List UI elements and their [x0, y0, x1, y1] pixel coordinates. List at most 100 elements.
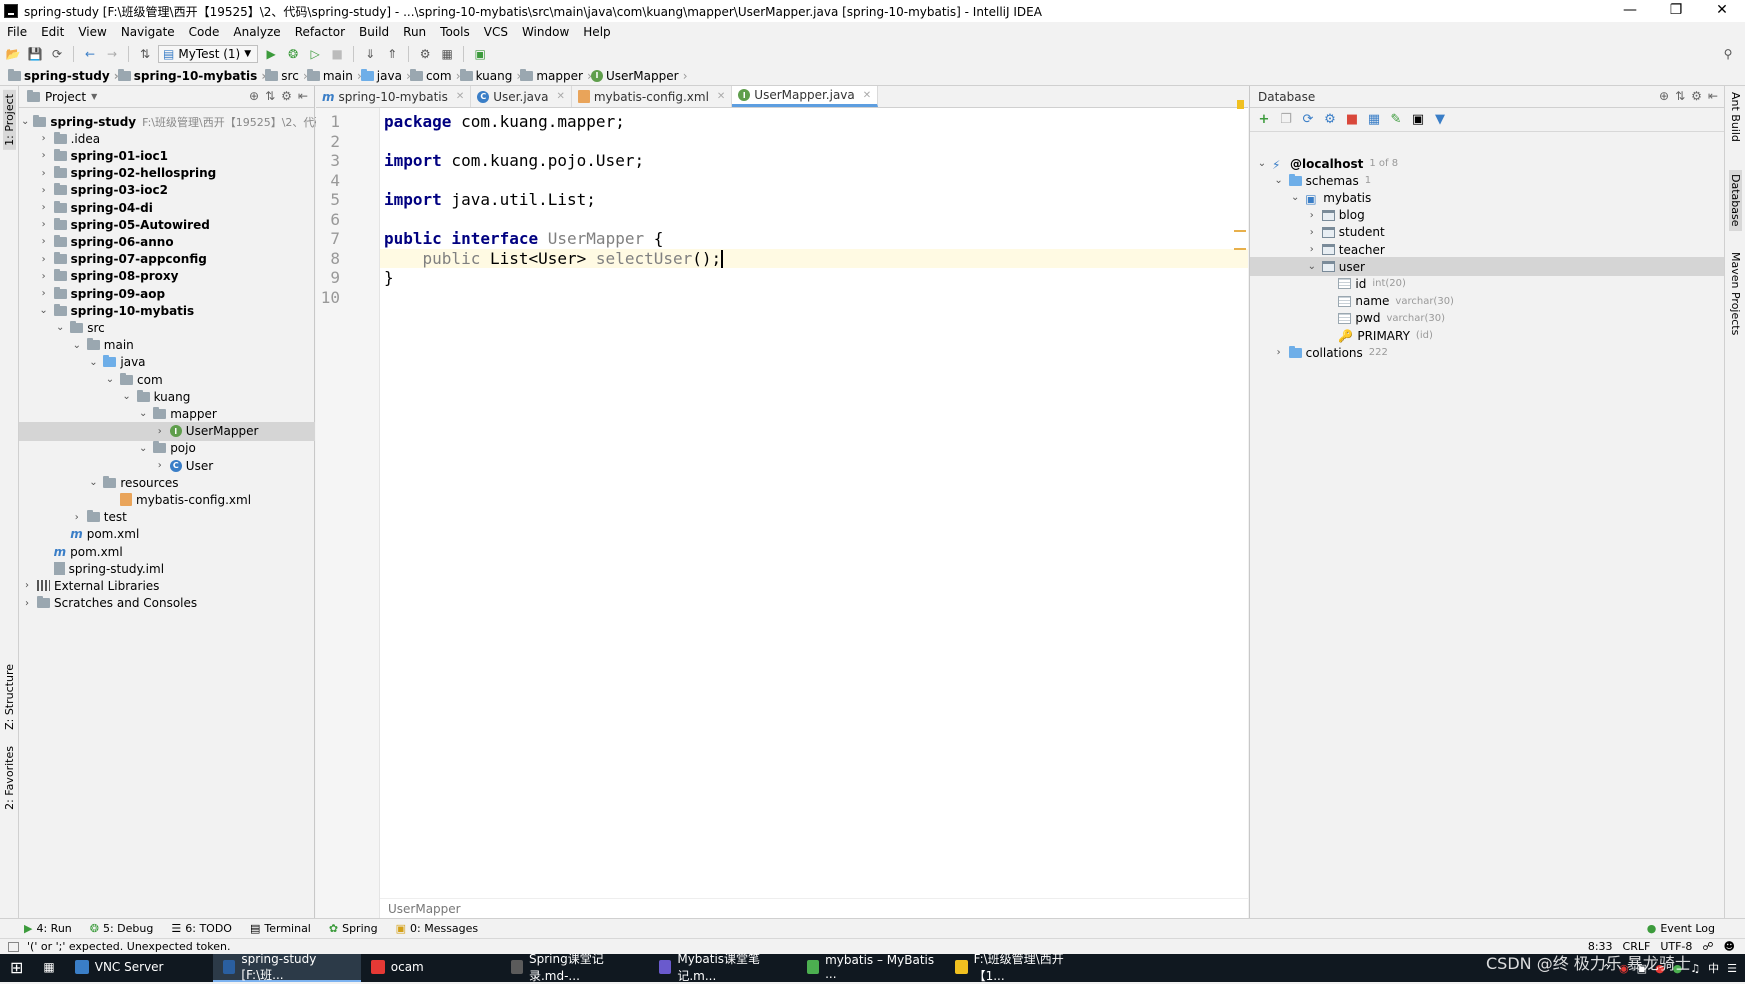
close-tab-icon[interactable]: ✕ [556, 91, 564, 102]
database-tree-item[interactable]: name varchar(30) [1250, 292, 1725, 311]
ime-icon[interactable]: 中 [1708, 960, 1719, 976]
project-tool-tab[interactable]: 1: Project [3, 90, 16, 150]
filter-icon[interactable]: ▼ [1432, 112, 1448, 128]
hide-icon[interactable]: ⇤ [298, 89, 308, 103]
code-line[interactable]: public interface UserMapper { [380, 229, 1248, 249]
todo-tool-tab[interactable]: ☰ 6: TODO [171, 922, 232, 935]
back-icon[interactable]: ← [81, 45, 99, 63]
forward-icon[interactable]: → [103, 45, 121, 63]
project-tree-item[interactable]: › External Libraries [19, 576, 315, 595]
task-view-icon[interactable]: ▦ [33, 954, 64, 982]
project-tree-item[interactable]: › spring-07-appconfig [19, 250, 315, 269]
inspector-icon[interactable]: ☻ [1724, 939, 1735, 955]
project-panel-title[interactable]: Project [45, 90, 86, 104]
schema-sync-icon[interactable]: ⚙ [1322, 112, 1338, 128]
project-tree-item[interactable]: ⌄ pojo [19, 439, 315, 458]
chevron-down-icon[interactable]: ▼ [91, 92, 97, 101]
code-line[interactable] [380, 171, 1248, 191]
hide-icon[interactable]: ⇤ [1708, 89, 1718, 103]
project-tree-item[interactable]: › spring-03-ioc2 [19, 181, 315, 200]
sdk-icon[interactable]: ▣ [471, 45, 489, 63]
stop-icon[interactable]: ■ [328, 45, 346, 63]
code-line[interactable]: import java.util.List; [380, 190, 1248, 210]
database-tree-item[interactable]: ⌄ ▣ mybatis [1250, 188, 1725, 207]
project-tree-item[interactable]: ⌄ src [19, 318, 315, 337]
collapsed-arrow-icon[interactable]: › [38, 288, 50, 299]
project-tree-item[interactable]: ⌄ spring-10-mybatis [19, 301, 315, 320]
collapsed-arrow-icon[interactable]: › [21, 598, 33, 609]
database-tree-item[interactable]: ⌄ user [1250, 257, 1725, 277]
collapsed-arrow-icon[interactable]: › [71, 512, 83, 523]
settings-wrench-icon[interactable]: ⚙ [416, 45, 434, 63]
database-tree-item[interactable]: › collations 222 [1250, 343, 1725, 362]
debug-icon[interactable]: ❂ [284, 45, 302, 63]
globe-icon[interactable]: ⊕ [1659, 89, 1669, 103]
collapsed-arrow-icon[interactable]: › [38, 202, 50, 213]
expanded-arrow-icon[interactable]: ⌄ [87, 357, 99, 368]
maven-projects-tool-tab[interactable]: Maven Projects [1729, 252, 1742, 335]
error-marker[interactable] [1234, 230, 1246, 232]
console-icon[interactable]: ✎ [1388, 112, 1404, 128]
menu-edit[interactable]: Edit [34, 25, 71, 39]
run-icon[interactable]: ▶ [262, 45, 280, 63]
close-tab-icon[interactable]: ✕ [456, 91, 464, 102]
expanded-arrow-icon[interactable]: ⌄ [121, 391, 133, 402]
menu-build[interactable]: Build [352, 25, 396, 39]
menu-file[interactable]: File [0, 25, 34, 39]
notification-icon[interactable]: ☰ [1727, 962, 1737, 975]
debug-tool-tab[interactable]: ❂ 5: Debug [90, 922, 154, 935]
project-tree-item[interactable]: m pom.xml [19, 525, 315, 544]
breadcrumb-item[interactable]: spring-10-mybatis [116, 68, 266, 83]
status-toggle-icon[interactable] [8, 941, 19, 952]
taskbar-item[interactable]: ocam [361, 954, 501, 982]
expanded-arrow-icon[interactable]: ⌄ [104, 374, 116, 385]
editor-tab[interactable]: mybatis-config.xml ✕ [572, 86, 733, 107]
expanded-arrow-icon[interactable]: ⌄ [87, 477, 99, 488]
vcs-update-icon[interactable]: ⇓ [361, 45, 379, 63]
breadcrumb-item[interactable]: src [263, 68, 307, 83]
collapsed-arrow-icon[interactable]: › [21, 580, 33, 591]
collapsed-arrow-icon[interactable]: › [1273, 347, 1285, 358]
database-tree-item[interactable]: 🔑 PRIMARY (id) [1250, 326, 1725, 345]
project-tree-item[interactable]: ⌄ java [19, 353, 315, 372]
collapsed-arrow-icon[interactable]: › [38, 185, 50, 196]
collapse-icon[interactable]: ⇅ [1675, 89, 1685, 103]
taskbar-item[interactable]: VNC Server [65, 954, 213, 982]
favorites-tool-tab[interactable]: 2: Favorites [3, 746, 16, 810]
breadcrumb-item[interactable]: main [305, 68, 362, 83]
code-line[interactable] [380, 132, 1248, 152]
terminal-tool-tab[interactable]: ▤ Terminal [250, 922, 311, 935]
project-tree-item[interactable]: › C User [19, 456, 315, 475]
expanded-arrow-icon[interactable]: ⌄ [1306, 261, 1318, 272]
breadcrumb-item[interactable]: mapper [518, 68, 592, 83]
maximize-button[interactable]: ❐ [1653, 0, 1699, 22]
menu-refactor[interactable]: Refactor [288, 25, 352, 39]
project-tree-item[interactable]: › spring-01-ioc1 [19, 146, 315, 165]
refresh-icon[interactable]: ⟳ [1300, 112, 1316, 128]
database-tool-tab[interactable]: Database [1729, 170, 1742, 231]
breadcrumb-item[interactable]: com [408, 68, 460, 83]
collapsed-arrow-icon[interactable]: › [154, 460, 166, 471]
menu-view[interactable]: View [71, 25, 113, 39]
collapsed-arrow-icon[interactable]: › [1306, 227, 1318, 238]
sync-icon[interactable]: ⟳ [48, 45, 66, 63]
collapsed-arrow-icon[interactable]: › [38, 133, 50, 144]
spring-tool-tab[interactable]: ✿ Spring [329, 922, 378, 935]
project-tree-item[interactable]: ⌄ kuang [19, 387, 315, 406]
view-icon[interactable]: ▣ [1410, 112, 1426, 128]
editor-tab[interactable]: I UserMapper.java ✕ [732, 86, 879, 107]
ant-build-tool-tab[interactable]: Ant Build [1729, 92, 1742, 142]
database-tree-item[interactable]: › student [1250, 223, 1725, 242]
project-tree-item[interactable]: › I UserMapper [19, 421, 315, 441]
project-tree-item[interactable]: ⌄ resources [19, 473, 315, 492]
project-tree-item[interactable]: mybatis-config.xml [19, 490, 315, 509]
project-structure-icon[interactable]: ▦ [438, 45, 456, 63]
coverage-icon[interactable]: ▷ [306, 45, 324, 63]
database-tree-item[interactable]: › teacher [1250, 240, 1725, 259]
lock-icon[interactable]: ☍ [1702, 939, 1713, 955]
gear-icon[interactable]: ⚙ [281, 89, 292, 103]
project-tree-item[interactable]: › spring-05-Autowired [19, 215, 315, 234]
collapse-icon[interactable]: ⇅ [265, 89, 275, 103]
collapsed-arrow-icon[interactable]: › [38, 236, 50, 247]
project-tree-item[interactable]: › spring-08-proxy [19, 267, 315, 286]
